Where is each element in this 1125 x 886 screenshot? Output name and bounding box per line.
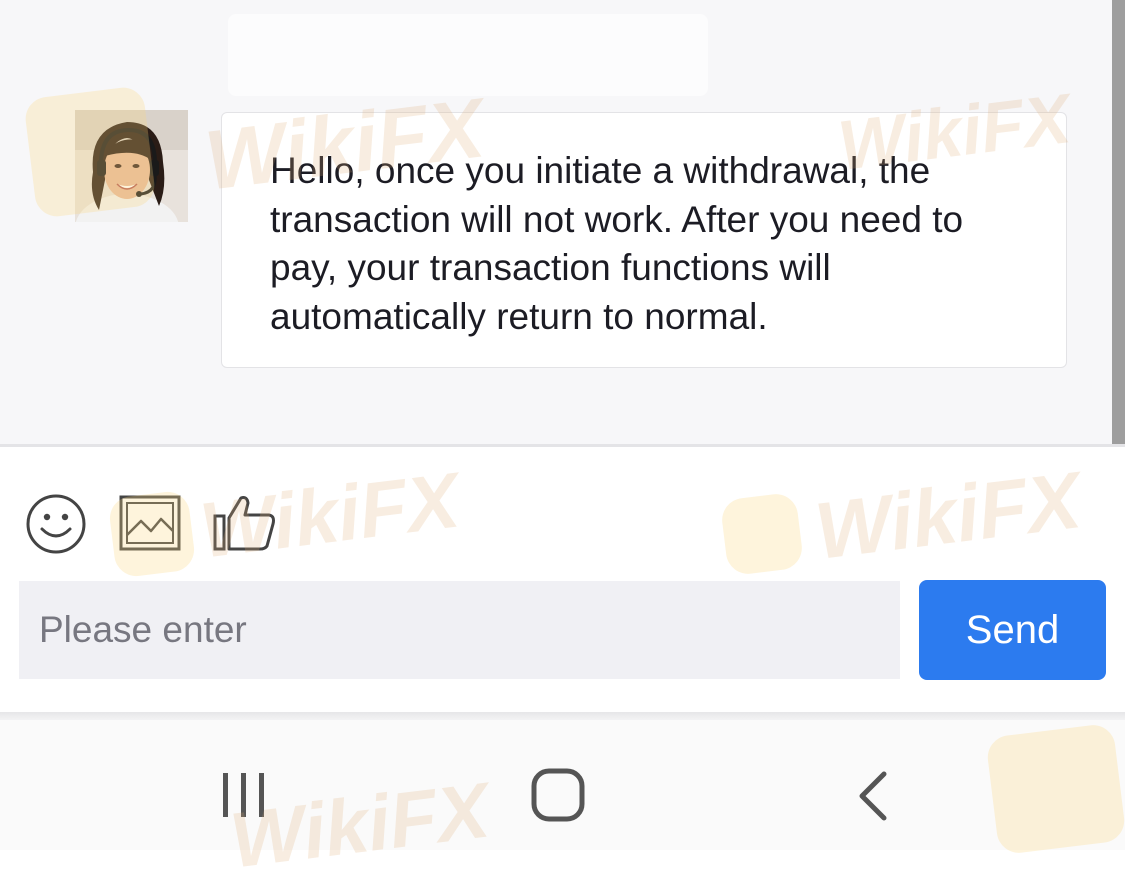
scrollbar[interactable]	[1112, 0, 1125, 444]
emoji-icon[interactable]	[25, 493, 87, 555]
image-icon[interactable]	[119, 495, 181, 551]
agent-headset-avatar-icon	[75, 110, 188, 222]
recents-icon[interactable]	[218, 770, 270, 820]
incoming-message-bubble: Hello, once you initiate a withdrawal, t…	[221, 112, 1067, 368]
thumbs-up-icon[interactable]	[211, 494, 277, 552]
home-icon[interactable]	[531, 768, 585, 822]
chat-history: Hello, once you initiate a withdrawal, t…	[0, 0, 1112, 444]
agent-avatar	[75, 110, 188, 222]
message-input[interactable]	[19, 581, 900, 679]
back-icon[interactable]	[852, 770, 896, 822]
previous-message-bubble	[228, 14, 708, 96]
send-button[interactable]: Send	[919, 580, 1106, 680]
divider	[0, 712, 1125, 720]
message-text: Hello, once you initiate a withdrawal, t…	[270, 150, 964, 337]
